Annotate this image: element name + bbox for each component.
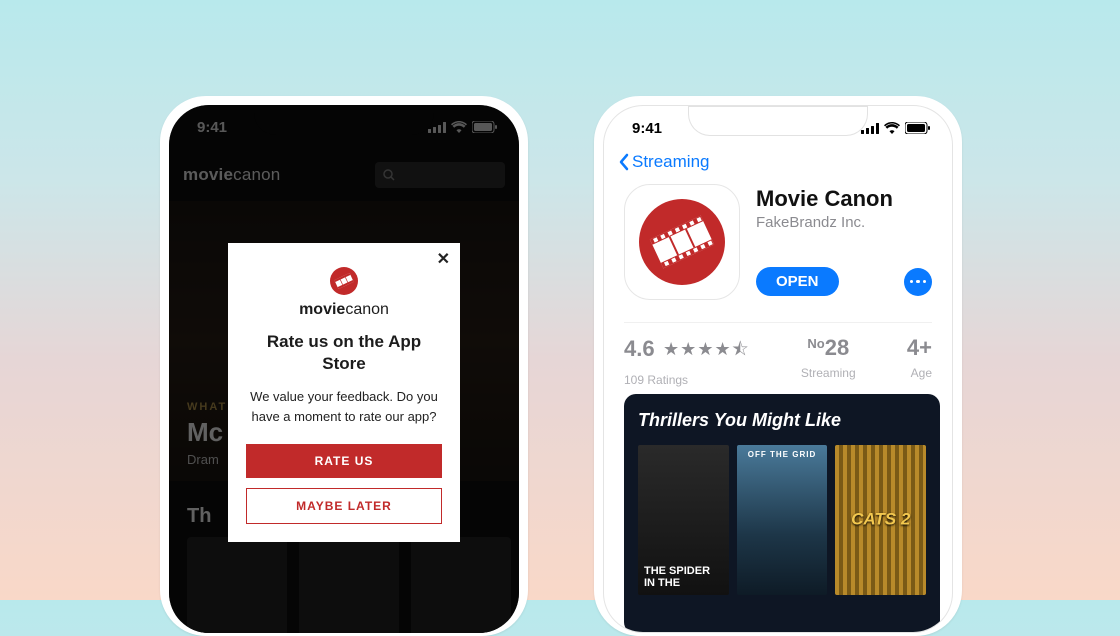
rating-stat: 4.6 ★★★★⯪ 109 Ratings [624, 337, 750, 387]
stats-row: 4.6 ★★★★⯪ 109 Ratings No28 Streaming 4+ … [624, 322, 932, 387]
rank-stat: No28 Streaming [801, 337, 856, 380]
wifi-icon [884, 122, 900, 134]
rating-value: 4.6 [624, 336, 655, 361]
status-time: 9:41 [632, 120, 662, 137]
modal-logo: moviecanon [246, 267, 442, 319]
maybe-later-button[interactable]: MAYBE LATER [246, 488, 442, 524]
poster-title: CATS 2 [835, 511, 926, 530]
app-header: Movie Canon FakeBrandz Inc. OPEN [624, 184, 932, 300]
breadcrumb[interactable]: Streaming [618, 152, 709, 172]
chevron-left-icon [618, 152, 630, 172]
rank-value: 28 [825, 335, 849, 360]
phone-right-screen: 9:41 Streaming [603, 105, 953, 633]
carousel-card [952, 394, 953, 633]
poster[interactable]: CATS 2 [835, 445, 926, 595]
rate-us-button[interactable]: RATE US [246, 444, 442, 478]
app-icon [624, 184, 740, 300]
app-meta: Movie Canon FakeBrandz Inc. OPEN [756, 184, 932, 300]
phone-left: 9:41 moviecanon WHAT Mc Dram Th [160, 96, 528, 636]
breadcrumb-label: Streaming [632, 152, 709, 172]
status-icons [861, 122, 930, 134]
phone-right: 9:41 Streaming [594, 96, 962, 636]
age-value: 4+ [907, 335, 932, 360]
modal-logo-text: moviecanon [299, 301, 389, 319]
age-stat: 4+ Age [907, 337, 932, 380]
modal-body: We value your feedback. Do you have a mo… [246, 387, 442, 426]
carousel-card: Thrillers You Might Like THE SPIDER IN T… [624, 394, 940, 633]
more-button[interactable] [904, 268, 932, 296]
age-sub: Age [907, 366, 932, 380]
rank-sub: Streaming [801, 366, 856, 380]
poster[interactable]: THE SPIDER IN THE [638, 445, 729, 595]
poster[interactable]: OFF THE GRID [737, 445, 828, 595]
poster-title: OFF THE GRID [737, 451, 828, 460]
poster-row: THE SPIDER IN THE OFF THE GRID CATS 2 [638, 445, 926, 595]
poster-title: THE SPIDER IN THE [644, 565, 723, 589]
rating-count: 109 Ratings [624, 373, 750, 387]
developer-label: FakeBrandz Inc. [756, 214, 932, 231]
film-reel-icon [330, 267, 358, 295]
notch [688, 106, 868, 136]
rank-prefix: No [807, 336, 824, 351]
carousel-heading: Thrillers You Might Like [638, 410, 926, 431]
rate-modal: ✕ moviecanon Rate us on the App Store We… [228, 243, 460, 542]
phone-left-screen: 9:41 moviecanon WHAT Mc Dram Th [169, 105, 519, 633]
screenshot-carousel[interactable]: Thrillers You Might Like THE SPIDER IN T… [624, 394, 952, 633]
app-title: Movie Canon [756, 186, 932, 212]
battery-icon [905, 122, 930, 134]
star-icons: ★★★★⯪ [663, 337, 750, 367]
close-icon[interactable]: ✕ [437, 249, 450, 269]
open-button[interactable]: OPEN [756, 267, 839, 296]
modal-heading: Rate us on the App Store [246, 331, 442, 375]
film-reel-icon [639, 199, 725, 285]
